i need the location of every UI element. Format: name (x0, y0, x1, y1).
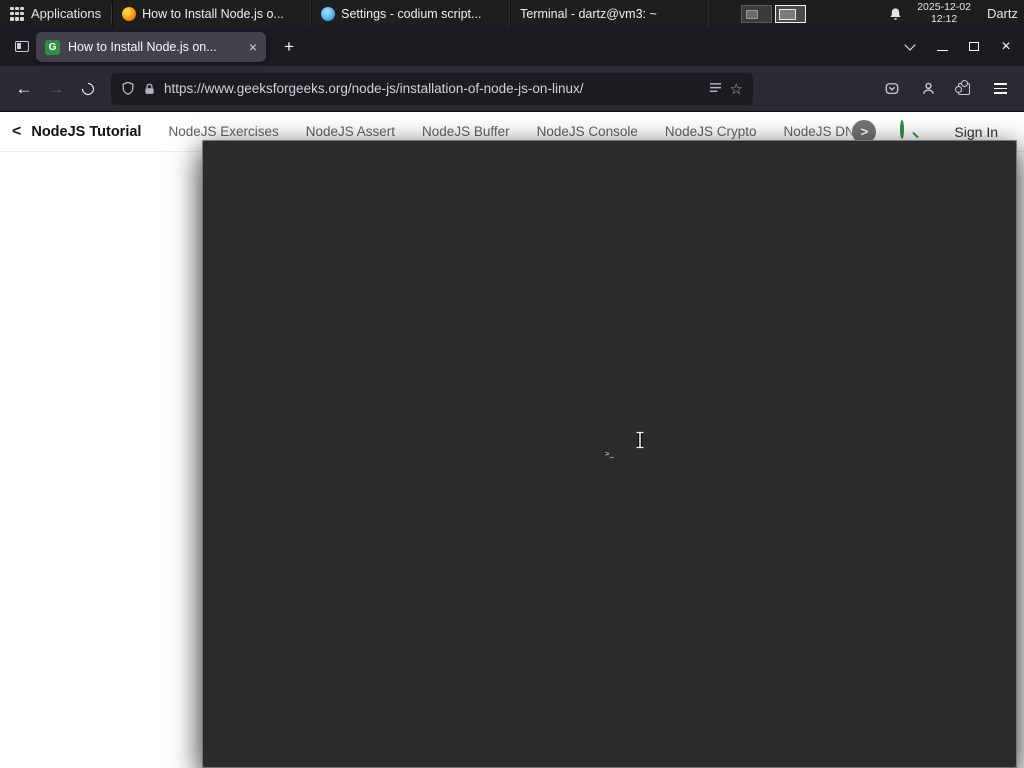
panel-clock[interactable]: 2025-12-02 12:12 (917, 0, 971, 25)
taskbar-item-title: Terminal - dartz@vm3: ~ (520, 6, 657, 21)
nav-link[interactable]: NodeJS Buffer (422, 124, 510, 139)
nav-link[interactable]: NodeJS Console (537, 124, 638, 139)
applications-icon (10, 6, 24, 21)
hamburger-icon (993, 83, 1007, 94)
tab-strip: G How to Install Node.js on... × + × (0, 27, 1024, 66)
firefox-icon (122, 6, 137, 21)
extensions-button[interactable] (948, 73, 980, 105)
minimize-icon (936, 49, 948, 52)
applications-label: Applications (31, 6, 102, 21)
username-label: Dartz (986, 6, 1018, 21)
browser-tab[interactable]: G How to Install Node.js on... × (36, 32, 266, 62)
list-all-tabs-button[interactable] (894, 27, 926, 66)
address-bar[interactable]: https://www.geeksforgeeks.org/node-js/in… (111, 72, 753, 105)
scroll-left-icon[interactable]: < (12, 123, 21, 141)
gfg-nav-links: NodeJS Tutorial NodeJS Exercises NodeJS As… (31, 124, 866, 140)
clock-time: 12:12 (930, 12, 958, 25)
forward-button[interactable]: → (40, 73, 72, 105)
top-panel: Applications How to Install Node.js o...… (0, 0, 1024, 768)
nav-link[interactable]: NodeJS Tutorial (31, 124, 141, 140)
sign-in-link[interactable]: Sign In (954, 124, 998, 140)
workspace-1[interactable] (741, 4, 773, 23)
url-text: https://www.geeksforgeeks.org/node-js/in… (164, 81, 584, 96)
nav-link[interactable]: NodeJS Crypto (665, 124, 757, 139)
menu-button[interactable] (984, 73, 1016, 105)
navigation-toolbar: ← → https://www.geeksforgeeks.org/node-j… (0, 66, 1024, 112)
workspace-2[interactable] (775, 4, 807, 23)
taskbar-item-title: How to Install Node.js o... (142, 6, 284, 21)
puzzle-icon (955, 79, 970, 95)
workspace-switcher (741, 4, 807, 23)
window-minimize-button[interactable] (926, 27, 958, 66)
tab-close-icon[interactable]: × (249, 40, 257, 54)
account-button[interactable] (912, 73, 944, 105)
reload-button[interactable] (72, 73, 104, 105)
pocket-button[interactable] (876, 73, 908, 105)
lock-icon[interactable] (143, 82, 156, 96)
reader-mode-icon[interactable] (709, 82, 722, 95)
window-taskbar: How to Install Node.js o... Settings - co… (112, 0, 1017, 768)
search-icon[interactable] (900, 119, 920, 142)
chevron-down-icon (904, 38, 916, 51)
taskbar-item[interactable]: How to Install Node.js o... (112, 0, 312, 27)
taskbar-item-title: Settings - codium script... (341, 6, 482, 21)
nav-link[interactable]: NodeJS Assert (306, 124, 395, 139)
window-restore-button[interactable] (958, 27, 990, 66)
firefox-view-icon (15, 41, 29, 52)
tracking-shield-icon[interactable] (121, 81, 135, 96)
taskbar-item[interactable]: >_ Terminal - dartz@vm3: ~ (202, 0, 1017, 768)
back-button[interactable]: ← (8, 73, 40, 105)
taskbar-item[interactable]: Settings - codium script... (311, 0, 511, 27)
codium-icon (321, 6, 336, 21)
reload-icon (79, 80, 97, 97)
maximize-icon (969, 42, 979, 51)
nav-link[interactable]: NodeJS Exercises (168, 124, 278, 139)
new-tab-button[interactable]: + (277, 35, 301, 59)
firefox-view-button[interactable] (9, 34, 35, 60)
applications-menu[interactable]: Applications (0, 0, 111, 27)
system-tray: 2025-12-02 12:12 Dartz (888, 0, 1024, 27)
bookmark-star-icon[interactable]: ☆ (730, 80, 743, 98)
site-favicon: G (45, 39, 60, 55)
clock-date: 2025-12-02 (917, 0, 971, 13)
notification-bell-icon[interactable] (888, 6, 903, 22)
tab-title: How to Install Node.js on... (68, 40, 217, 54)
window-close-button[interactable]: × (990, 27, 1022, 66)
